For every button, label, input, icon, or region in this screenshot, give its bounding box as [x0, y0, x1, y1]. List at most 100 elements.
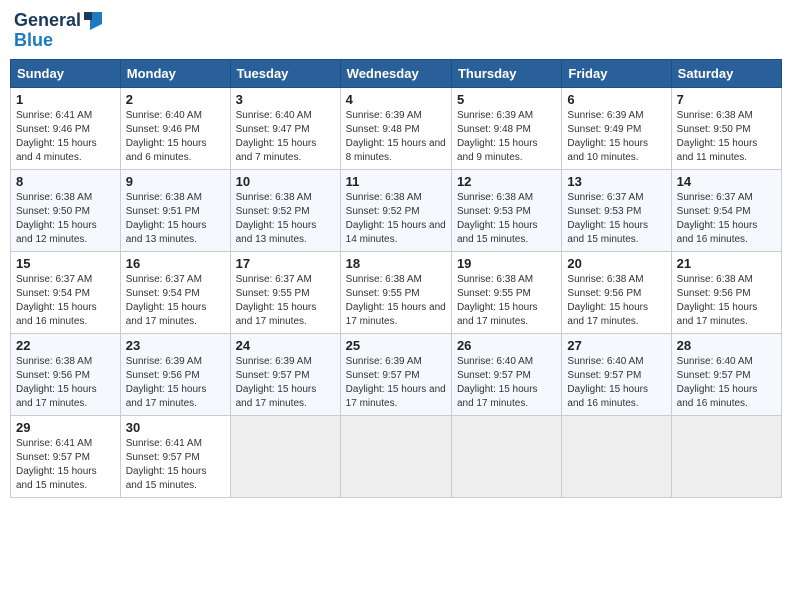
day-info: Sunrise: 6:40 AMSunset: 9:57 PMDaylight:… — [457, 355, 556, 411]
calendar-cell: 30 Sunrise: 6:41 AMSunset: 9:57 PMDayligh… — [120, 416, 230, 498]
col-header-saturday: Saturday — [671, 60, 781, 88]
day-info: Sunrise: 6:38 AMSunset: 9:52 PMDaylight:… — [236, 191, 335, 247]
calendar-cell: 2 Sunrise: 6:40 AMSunset: 9:46 PMDaylight… — [120, 88, 230, 170]
calendar-cell: 24 Sunrise: 6:39 AMSunset: 9:57 PMDayligh… — [230, 334, 340, 416]
calendar-cell: 5 Sunrise: 6:39 AMSunset: 9:48 PMDaylight… — [451, 88, 561, 170]
calendar-cell: 17 Sunrise: 6:37 AMSunset: 9:55 PMDayligh… — [230, 252, 340, 334]
day-info: Sunrise: 6:39 AMSunset: 9:57 PMDaylight:… — [346, 355, 446, 411]
day-info: Sunrise: 6:39 AMSunset: 9:48 PMDaylight:… — [457, 109, 556, 165]
week-row-1: 1 Sunrise: 6:41 AMSunset: 9:46 PMDaylight… — [11, 88, 782, 170]
day-number: 20 — [567, 256, 665, 271]
day-info: Sunrise: 6:37 AMSunset: 9:54 PMDaylight:… — [16, 273, 115, 329]
day-number: 19 — [457, 256, 556, 271]
day-number: 5 — [457, 92, 556, 107]
day-info: Sunrise: 6:38 AMSunset: 9:50 PMDaylight:… — [677, 109, 776, 165]
week-row-3: 15 Sunrise: 6:37 AMSunset: 9:54 PMDayligh… — [11, 252, 782, 334]
day-number: 22 — [16, 338, 115, 353]
logo-text: General — [14, 10, 105, 32]
col-header-tuesday: Tuesday — [230, 60, 340, 88]
calendar-cell: 6 Sunrise: 6:39 AMSunset: 9:49 PMDaylight… — [562, 88, 671, 170]
calendar-header-row: SundayMondayTuesdayWednesdayThursdayFrid… — [11, 60, 782, 88]
day-info: Sunrise: 6:40 AMSunset: 9:47 PMDaylight:… — [236, 109, 335, 165]
day-info: Sunrise: 6:38 AMSunset: 9:55 PMDaylight:… — [346, 273, 446, 329]
day-info: Sunrise: 6:39 AMSunset: 9:49 PMDaylight:… — [567, 109, 665, 165]
day-info: Sunrise: 6:39 AMSunset: 9:57 PMDaylight:… — [236, 355, 335, 411]
calendar-cell: 16Sunrise: 6:37 AMSunset: 9:54 PMDayligh… — [120, 252, 230, 334]
day-info: Sunrise: 6:40 AMSunset: 9:57 PMDaylight:… — [677, 355, 776, 411]
day-number: 14 — [677, 174, 776, 189]
day-number: 10 — [236, 174, 335, 189]
day-number: 1 — [16, 92, 115, 107]
page-header: General Blue — [10, 10, 782, 51]
calendar-cell: 15 Sunrise: 6:37 AMSunset: 9:54 PMDayligh… — [11, 252, 121, 334]
day-number: 9 — [126, 174, 225, 189]
calendar-cell: 26 Sunrise: 6:40 AMSunset: 9:57 PMDayligh… — [451, 334, 561, 416]
calendar-cell — [451, 416, 561, 498]
day-number: 8 — [16, 174, 115, 189]
col-header-monday: Monday — [120, 60, 230, 88]
day-number: 28 — [677, 338, 776, 353]
day-info: Sunrise: 6:38 AMSunset: 9:53 PMDaylight:… — [457, 191, 556, 247]
day-info: Sunrise: 6:39 AMSunset: 9:56 PMDaylight:… — [126, 355, 225, 411]
week-row-5: 29 Sunrise: 6:41 AMSunset: 9:57 PMDayligh… — [11, 416, 782, 498]
calendar-cell: 9 Sunrise: 6:38 AMSunset: 9:51 PMDaylight… — [120, 170, 230, 252]
day-info: Sunrise: 6:41 AMSunset: 9:46 PMDaylight:… — [16, 109, 115, 165]
day-info: Sunrise: 6:38 AMSunset: 9:51 PMDaylight:… — [126, 191, 225, 247]
day-number: 11 — [346, 174, 446, 189]
day-info: Sunrise: 6:40 AMSunset: 9:46 PMDaylight:… — [126, 109, 225, 165]
day-number: 17 — [236, 256, 335, 271]
day-info: Sunrise: 6:38 AMSunset: 9:55 PMDaylight:… — [457, 273, 556, 329]
day-number: 29 — [16, 420, 115, 435]
calendar-cell: 22 Sunrise: 6:38 AMSunset: 9:56 PMDayligh… — [11, 334, 121, 416]
day-number: 6 — [567, 92, 665, 107]
day-number: 27 — [567, 338, 665, 353]
week-row-2: 8 Sunrise: 6:38 AMSunset: 9:50 PMDaylight… — [11, 170, 782, 252]
day-number: 12 — [457, 174, 556, 189]
calendar-cell: 28 Sunrise: 6:40 AMSunset: 9:57 PMDayligh… — [671, 334, 781, 416]
day-number: 24 — [236, 338, 335, 353]
day-number: 21 — [677, 256, 776, 271]
day-number: 30 — [126, 420, 225, 435]
day-info: Sunrise: 6:38 AMSunset: 9:56 PMDaylight:… — [677, 273, 776, 329]
week-row-4: 22 Sunrise: 6:38 AMSunset: 9:56 PMDayligh… — [11, 334, 782, 416]
calendar-cell: 13 Sunrise: 6:37 AMSunset: 9:53 PMDayligh… — [562, 170, 671, 252]
calendar-cell: 8 Sunrise: 6:38 AMSunset: 9:50 PMDaylight… — [11, 170, 121, 252]
day-info: Sunrise: 6:41 AMSunset: 9:57 PMDaylight:… — [16, 437, 115, 493]
col-header-thursday: Thursday — [451, 60, 561, 88]
calendar-cell — [562, 416, 671, 498]
day-info: Sunrise: 6:38 AMSunset: 9:56 PMDaylight:… — [567, 273, 665, 329]
day-number: 26 — [457, 338, 556, 353]
calendar-cell — [230, 416, 340, 498]
day-number: 7 — [677, 92, 776, 107]
calendar-cell: 19 Sunrise: 6:38 AMSunset: 9:55 PMDayligh… — [451, 252, 561, 334]
calendar-cell: 3Sunrise: 6:40 AMSunset: 9:47 PMDaylight… — [230, 88, 340, 170]
col-header-friday: Friday — [562, 60, 671, 88]
day-info: Sunrise: 6:38 AMSunset: 9:56 PMDaylight:… — [16, 355, 115, 411]
day-info: Sunrise: 6:38 AMSunset: 9:50 PMDaylight:… — [16, 191, 115, 247]
day-info: Sunrise: 6:37 AMSunset: 9:54 PMDaylight:… — [126, 273, 225, 329]
calendar-table: SundayMondayTuesdayWednesdayThursdayFrid… — [10, 59, 782, 498]
calendar-cell: 18Sunrise: 6:38 AMSunset: 9:55 PMDayligh… — [340, 252, 451, 334]
day-number: 15 — [16, 256, 115, 271]
logo-blue: Blue — [14, 30, 105, 51]
calendar-cell: 4Sunrise: 6:39 AMSunset: 9:48 PMDaylight… — [340, 88, 451, 170]
day-info: Sunrise: 6:37 AMSunset: 9:55 PMDaylight:… — [236, 273, 335, 329]
day-info: Sunrise: 6:37 AMSunset: 9:53 PMDaylight:… — [567, 191, 665, 247]
calendar-cell: 12 Sunrise: 6:38 AMSunset: 9:53 PMDayligh… — [451, 170, 561, 252]
calendar-cell: 1 Sunrise: 6:41 AMSunset: 9:46 PMDaylight… — [11, 88, 121, 170]
day-info: Sunrise: 6:40 AMSunset: 9:57 PMDaylight:… — [567, 355, 665, 411]
calendar-cell: 27 Sunrise: 6:40 AMSunset: 9:57 PMDayligh… — [562, 334, 671, 416]
day-info: Sunrise: 6:38 AMSunset: 9:52 PMDaylight:… — [346, 191, 446, 247]
day-info: Sunrise: 6:41 AMSunset: 9:57 PMDaylight:… — [126, 437, 225, 493]
calendar-cell: 29 Sunrise: 6:41 AMSunset: 9:57 PMDayligh… — [11, 416, 121, 498]
day-number: 25 — [346, 338, 446, 353]
col-header-sunday: Sunday — [11, 60, 121, 88]
calendar-cell: 20 Sunrise: 6:38 AMSunset: 9:56 PMDayligh… — [562, 252, 671, 334]
calendar-cell — [340, 416, 451, 498]
calendar-cell: 21 Sunrise: 6:38 AMSunset: 9:56 PMDayligh… — [671, 252, 781, 334]
calendar-cell: 7 Sunrise: 6:38 AMSunset: 9:50 PMDaylight… — [671, 88, 781, 170]
day-number: 2 — [126, 92, 225, 107]
day-number: 13 — [567, 174, 665, 189]
col-header-wednesday: Wednesday — [340, 60, 451, 88]
calendar-cell: 10 Sunrise: 6:38 AMSunset: 9:52 PMDayligh… — [230, 170, 340, 252]
